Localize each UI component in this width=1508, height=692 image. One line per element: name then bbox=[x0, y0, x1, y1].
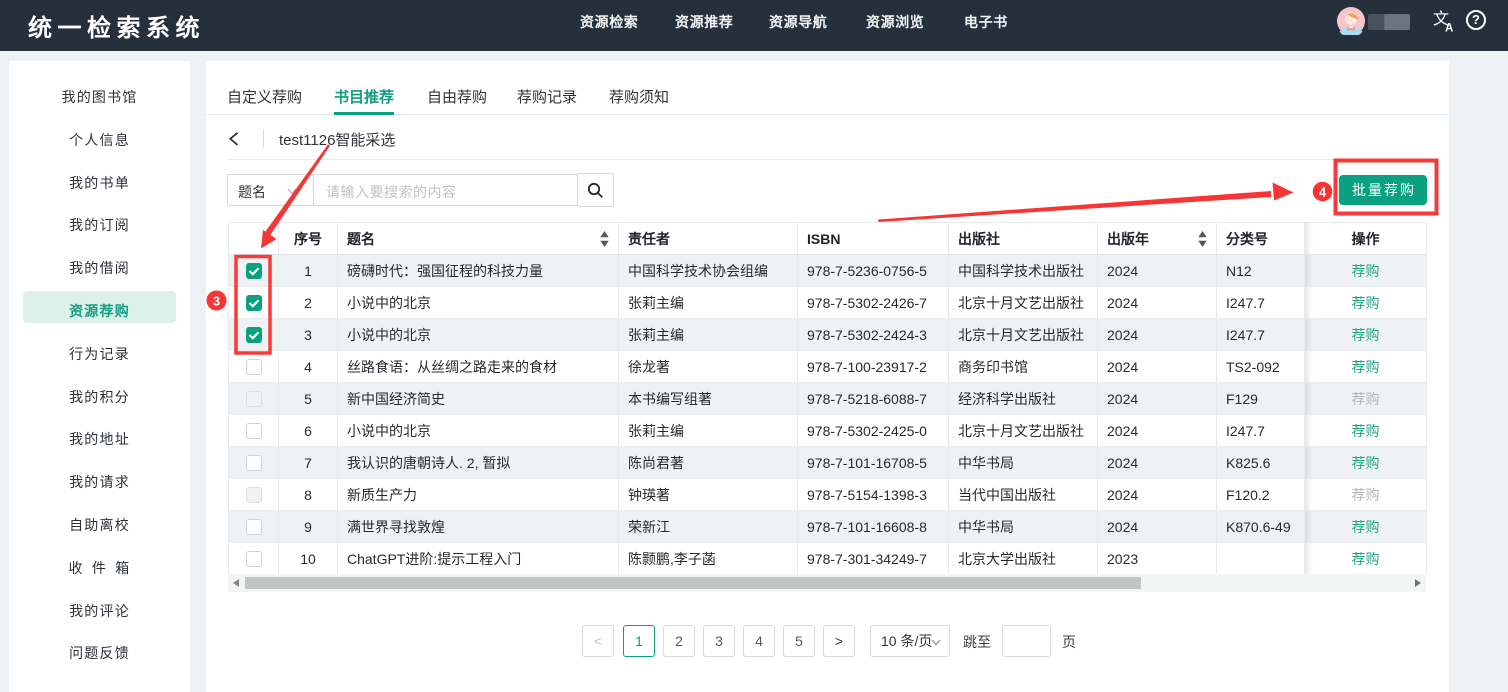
svg-text:A: A bbox=[1445, 23, 1453, 33]
